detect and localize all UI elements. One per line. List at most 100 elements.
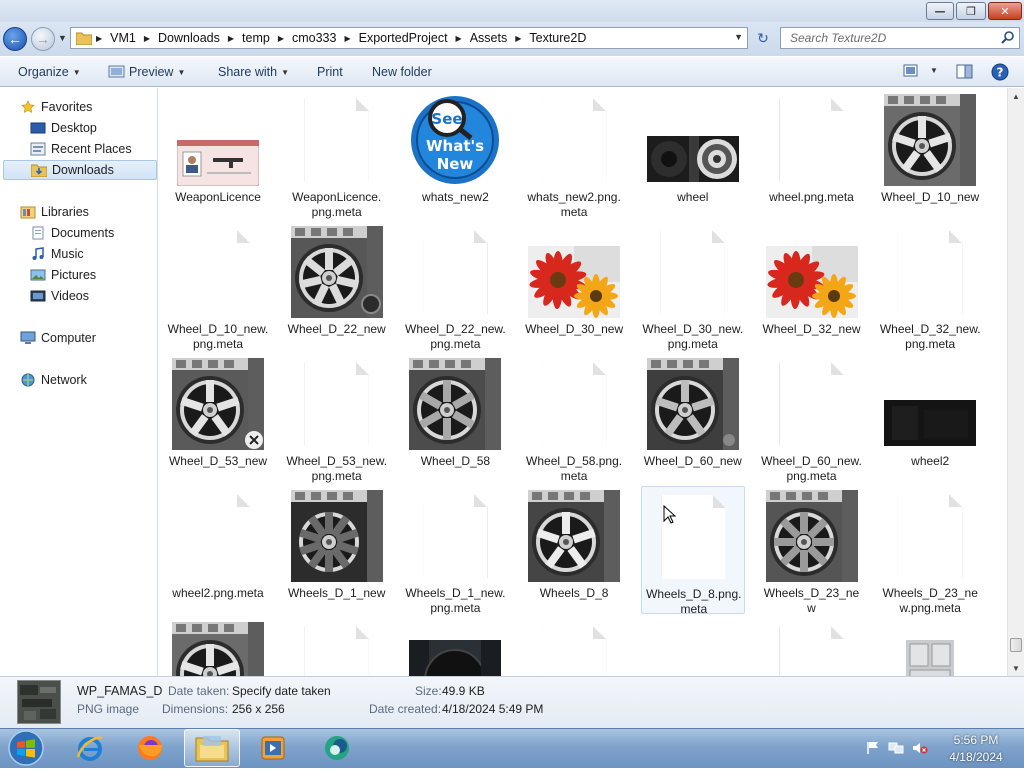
breadcrumb-item[interactable]: Assets [466,31,512,45]
file-item[interactable]: Wheels_D_8.png. meta [640,486,745,616]
file-item[interactable]: See What's New whats_new2 [403,90,507,218]
breadcrumb-item[interactable]: cmo333 [288,31,340,45]
file-item[interactable]: Wheel_D_10_new. png.meta [166,222,270,351]
sidebar-item-documents[interactable]: Documents [30,223,114,243]
breadcrumb-root-arrow[interactable]: ▶ [92,34,106,43]
address-dropdown[interactable]: ▼ [734,32,743,42]
sidebar-item-recent-places[interactable]: Recent Places [30,139,132,159]
file-item[interactable]: Wheel_D_10_new [878,90,982,218]
sidebar-item-network[interactable]: Network [20,370,87,390]
organize-button[interactable]: Organize ▼ [18,65,81,79]
file-item[interactable]: Wheels_D_23_ne w.png.meta [878,486,982,615]
file-item[interactable]: Wheels_D_8 [522,486,626,614]
breadcrumb-arrow[interactable]: ▶ [340,34,354,43]
breadcrumb-item[interactable]: temp [238,31,274,45]
scroll-thumb[interactable] [1010,638,1022,652]
maximize-button[interactable]: ❐ [956,2,986,20]
breadcrumb-item[interactable]: VM1 [106,31,140,45]
sidebar-item-videos[interactable]: Videos [30,286,89,306]
share-with-button[interactable]: Share with ▼ [218,65,289,79]
preview-button[interactable]: Preview ▼ [108,65,185,79]
start-button[interactable] [6,729,46,770]
clock-time[interactable]: 5:56 PM [946,733,1006,747]
file-item[interactable]: Wheel_D_58.png. meta [522,354,626,483]
sidebar-item-downloads[interactable]: Downloads [3,160,157,180]
file-item[interactable]: Wheel_D_58 [403,354,507,482]
sidebar-item-libraries[interactable]: Libraries [20,202,89,222]
file-item[interactable]: wheel [641,90,745,218]
file-thumbnail [409,358,502,450]
breadcrumb-arrow[interactable]: ▶ [224,34,238,43]
file-item[interactable]: wheel.png.meta [760,90,864,218]
breadcrumb-arrow[interactable]: ▶ [511,34,525,43]
close-button[interactable]: ✕ [988,2,1022,20]
recent-pages-dropdown[interactable]: ▼ [58,33,67,43]
breadcrumb-item[interactable]: ExportedProject [355,31,452,45]
print-button[interactable]: Print [317,65,343,79]
file-item[interactable] [760,618,864,676]
vertical-scrollbar[interactable]: ▲ ▼ [1007,88,1024,676]
taskbar-firefox[interactable] [122,729,178,767]
breadcrumb-arrow[interactable]: ▶ [140,34,154,43]
file-item[interactable]: Wheels_D_23_ne w [760,486,864,615]
date-taken-value[interactable]: Specify date taken [232,684,331,698]
file-item[interactable] [403,618,507,676]
file-item[interactable]: Wheel_D_53_new [166,354,270,482]
address-bar[interactable]: ▶ VM1 ▶ Downloads ▶ temp ▶ cmo333 ▶ ExportedProj… [70,27,748,49]
scroll-down-arrow[interactable]: ▼ [1008,660,1024,676]
refresh-button[interactable]: ↻ [752,27,774,49]
help-button[interactable]: ? [991,63,1009,84]
file-item[interactable] [641,618,745,676]
file-item[interactable]: wheel2.png.meta [166,486,270,614]
file-item[interactable]: wheel2 [878,354,982,482]
taskbar-internet-explorer[interactable] [62,729,118,767]
file-item[interactable]: Wheels_D_1_new. png.meta [403,486,507,615]
file-item[interactable]: Wheel_D_60_new [641,354,745,482]
search-icon[interactable] [1001,30,1015,47]
file-item[interactable]: Wheel_D_30_new. png.meta [641,222,745,351]
forward-button[interactable]: → [31,27,55,51]
file-item[interactable] [878,618,982,676]
clock-date[interactable]: 4/18/2024 [942,750,1010,764]
new-folder-button[interactable]: New folder [372,65,432,79]
file-item[interactable] [166,618,270,676]
action-center-flag-icon[interactable] [866,741,880,755]
file-item[interactable]: WeaponLicence [166,90,270,218]
document-icon [898,230,963,314]
breadcrumb-item[interactable]: Downloads [154,31,224,45]
volume-muted-icon[interactable] [912,741,928,755]
change-view-button[interactable]: ▼ [903,64,938,77]
file-item[interactable] [285,618,389,676]
breadcrumb-arrow[interactable]: ▶ [452,34,466,43]
file-thumbnail [647,226,739,318]
search-input[interactable]: Search Texture2D [780,27,1020,49]
taskbar-media-player[interactable] [245,729,301,767]
file-item[interactable]: Wheel_D_32_new. png.meta [878,222,982,351]
file-name: Wheel_D_30_new. png.meta [642,322,744,351]
file-item[interactable]: whats_new2.png. meta [522,90,626,219]
taskbar-app[interactable] [309,729,365,767]
sidebar-item-favorites[interactable]: Favorites [20,97,92,117]
breadcrumb-item[interactable]: Texture2D [525,31,590,45]
file-item[interactable]: Wheel_D_22_new [285,222,389,350]
sidebar-item-desktop[interactable]: Desktop [30,118,97,138]
preview-pane-button[interactable] [956,64,973,82]
file-item[interactable]: Wheel_D_60_new. png.meta [760,354,864,483]
sidebar-item-computer[interactable]: Computer [20,328,96,348]
file-item[interactable]: Wheel_D_32_new [760,222,864,350]
sidebar-item-pictures[interactable]: Pictures [30,265,96,285]
file-item[interactable]: Wheel_D_22_new. png.meta [403,222,507,351]
file-item[interactable]: Wheel_D_30_new [522,222,626,350]
minimize-button[interactable]: — [926,2,954,20]
sidebar-item-music[interactable]: Music [30,244,84,264]
scroll-up-arrow[interactable]: ▲ [1008,88,1024,104]
file-item[interactable] [522,618,626,676]
file-item[interactable]: Wheel_D_53_new. png.meta [285,354,389,483]
file-item[interactable]: WeaponLicence. png.meta [285,90,389,219]
taskbar-windows-explorer[interactable] [184,729,240,767]
file-name: Wheels_D_23_ne w [763,586,860,615]
network-tray-icon[interactable] [888,741,904,755]
file-item[interactable]: Wheels_D_1_new [285,486,389,614]
breadcrumb-arrow[interactable]: ▶ [274,34,288,43]
back-button[interactable]: ← [3,27,27,51]
